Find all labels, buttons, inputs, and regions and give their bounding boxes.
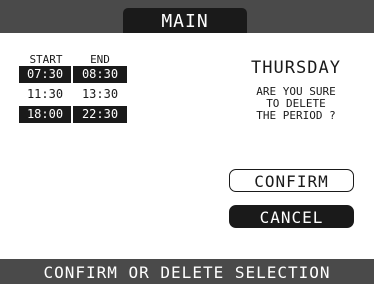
schedule-row-3[interactable]: 18:00 22:30	[19, 106, 127, 123]
end-time: 08:30	[73, 66, 127, 83]
top-bar: MAIN	[0, 0, 374, 33]
day-label: THURSDAY	[251, 58, 341, 78]
delete-question: ARE YOU SURE TO DELETE THE PERIOD ?	[234, 86, 358, 122]
end-column-header: END	[90, 53, 110, 66]
status-bar: CONFIRM OR DELETE SELECTION	[0, 259, 374, 284]
screen: MAIN START END 07:30 08:30 11:30 13:30 1…	[0, 0, 374, 284]
start-column-header: START	[29, 53, 63, 66]
start-time: 07:30	[19, 66, 71, 83]
end-time: 22:30	[73, 106, 127, 123]
question-line: THE PERIOD ?	[256, 109, 336, 122]
schedule-table: START END 07:30 08:30 11:30 13:30 18:00 …	[19, 53, 127, 126]
cancel-button[interactable]: CANCEL	[229, 205, 354, 228]
start-time: 11:30	[26, 87, 64, 101]
start-time: 18:00	[19, 106, 71, 123]
schedule-row-1[interactable]: 07:30 08:30	[19, 66, 127, 83]
page-title: MAIN	[123, 8, 247, 33]
end-time: 13:30	[81, 87, 119, 101]
schedule-header: START END	[19, 53, 127, 66]
schedule-row-2[interactable]: 11:30 13:30	[19, 86, 127, 103]
confirm-button[interactable]: CONFIRM	[229, 169, 354, 192]
